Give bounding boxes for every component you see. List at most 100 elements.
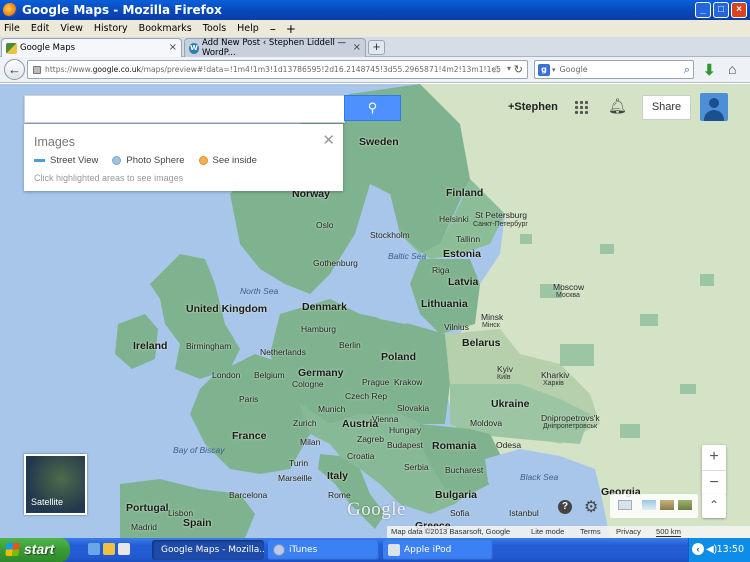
menu-help[interactable]: Help bbox=[237, 23, 259, 34]
photo-thumbnail[interactable] bbox=[678, 500, 692, 510]
quicklaunch-icon[interactable] bbox=[118, 543, 130, 555]
map-label-bucharest: Bucharest bbox=[445, 465, 484, 475]
window-title: Google Maps - Mozilla Firefox bbox=[22, 3, 222, 17]
avatar[interactable] bbox=[700, 93, 728, 121]
maps-search-input[interactable] bbox=[24, 95, 345, 123]
menu-bookmarks[interactable]: Bookmarks bbox=[139, 23, 192, 34]
map-label-berlin: Berlin bbox=[339, 340, 361, 350]
map-label-riga: Riga bbox=[432, 265, 450, 275]
legend-street-view[interactable]: Street View bbox=[50, 155, 98, 166]
search-engine-icon[interactable]: g bbox=[538, 63, 550, 76]
apps-grid-icon[interactable] bbox=[574, 100, 588, 114]
google-plus-user-link[interactable]: +Stephen bbox=[508, 101, 558, 113]
taskbar-item-google-maps[interactable]: Google Maps - Mozilla... bbox=[152, 540, 264, 560]
map-label-lithuania: Lithuania bbox=[421, 298, 468, 310]
map-label-croatia: Croatia bbox=[347, 451, 375, 461]
satellite-label: Satellite bbox=[31, 497, 64, 507]
help-icon[interactable]: ? bbox=[558, 500, 572, 514]
privacy-link[interactable]: Privacy bbox=[616, 527, 641, 536]
map-label-zurich: Zurich bbox=[293, 418, 317, 428]
minimize-button[interactable]: _ bbox=[695, 2, 711, 18]
maximize-button[interactable]: □ bbox=[713, 2, 729, 18]
taskbar-item-itunes[interactable]: iTunes bbox=[268, 540, 379, 560]
tab-label: Add New Post ‹ Stephen Liddell — WordP..… bbox=[201, 38, 347, 58]
map-label-budapest: Budapest bbox=[387, 440, 423, 450]
lite-mode-link[interactable]: Lite mode bbox=[531, 527, 564, 536]
bookmark-star-icon[interactable]: ☆ bbox=[491, 63, 501, 76]
download-icon[interactable]: ⬇ bbox=[703, 61, 716, 79]
volume-icon[interactable]: ◀) bbox=[706, 544, 717, 555]
see-inside-swatch-icon bbox=[198, 156, 208, 165]
tab-google-maps[interactable]: Google Maps × bbox=[1, 38, 182, 57]
map-label-czech-rep: Czech Rep bbox=[345, 391, 388, 401]
legend-photo-sphere[interactable]: Photo Sphere bbox=[126, 155, 184, 166]
start-button[interactable]: start bbox=[0, 538, 70, 562]
quicklaunch-icon[interactable] bbox=[103, 543, 115, 555]
taskbar-item-label: Apple iPod bbox=[404, 545, 452, 555]
search-icon[interactable]: ⌕ bbox=[684, 63, 690, 77]
zoom-in-button[interactable]: + bbox=[702, 445, 726, 470]
tray-expand-icon[interactable]: ‹ bbox=[692, 543, 704, 555]
tab-add-new-post[interactable]: W Add New Post ‹ Stephen Liddell — WordP… bbox=[184, 38, 366, 58]
quicklaunch-icon[interactable] bbox=[88, 543, 100, 555]
map-label-estonia: Estonia bbox=[443, 248, 481, 260]
legend-see-inside[interactable]: See inside bbox=[213, 155, 257, 166]
map-label-birmingham: Birmingham bbox=[186, 341, 232, 351]
menu-history[interactable]: History bbox=[94, 23, 128, 34]
map-label-slovakia: Slovakia bbox=[397, 403, 430, 413]
map-label-kharkiv-cyrillic: Харків bbox=[543, 380, 564, 387]
menu-zoom-out[interactable]: – bbox=[270, 22, 276, 36]
close-icon[interactable]: ✕ bbox=[322, 131, 335, 149]
photo-thumbnail[interactable] bbox=[642, 500, 656, 510]
notifications-bell-icon[interactable]: 🔔︎ bbox=[608, 97, 627, 115]
taskbar-item-label: iTunes bbox=[289, 545, 318, 555]
close-window-button[interactable]: × bbox=[731, 2, 747, 18]
map-label-odesa: Odesa bbox=[496, 440, 522, 450]
wordpress-favicon-icon: W bbox=[189, 42, 199, 54]
window-titlebar: Google Maps - Mozilla Firefox _ □ × bbox=[0, 0, 750, 20]
windows-logo-icon bbox=[5, 543, 20, 556]
url-prefix: https://www. bbox=[45, 65, 93, 74]
maps-search-button[interactable]: ⚲ bbox=[344, 95, 401, 121]
map-label-moscow-cyrillic: Москва bbox=[556, 292, 580, 299]
map-label-st-petersburg: St Petersburg bbox=[475, 210, 527, 220]
back-button[interactable]: ← bbox=[4, 59, 25, 80]
map-label-poland: Poland bbox=[381, 351, 417, 363]
map-label-minsk-cyrillic: Мінск bbox=[482, 322, 500, 329]
photo-thumbnail[interactable] bbox=[660, 500, 674, 510]
menu-tools[interactable]: Tools bbox=[203, 23, 226, 34]
photo-strip[interactable] bbox=[610, 494, 698, 518]
pegman-icon[interactable] bbox=[618, 500, 632, 510]
url-dropdown-icon[interactable]: ▾ bbox=[507, 64, 511, 73]
zoom-out-button[interactable]: − bbox=[702, 470, 726, 495]
map-label-denmark: Denmark bbox=[302, 301, 347, 313]
map-label-romania: Romania bbox=[432, 440, 477, 452]
terms-link[interactable]: Terms bbox=[580, 527, 601, 536]
map-label-belgium: Belgium bbox=[254, 370, 285, 380]
taskbar-item-apple-ipod[interactable]: Apple iPod bbox=[383, 540, 493, 560]
map-label-netherlands: Netherlands bbox=[260, 347, 306, 357]
search-engine-dropdown-icon[interactable]: ▾ bbox=[552, 66, 556, 74]
browser-search-bar[interactable]: g ▾ Google ⌕ bbox=[534, 60, 694, 79]
tab-close-icon[interactable]: × bbox=[169, 42, 177, 53]
reload-icon[interactable]: ↻ bbox=[514, 63, 523, 76]
satellite-toggle[interactable]: Satellite bbox=[24, 454, 87, 515]
url-domain: google.co.uk bbox=[92, 65, 142, 74]
search-icon: ⚲ bbox=[367, 100, 378, 115]
tab-close-icon[interactable]: × bbox=[353, 42, 361, 53]
map-label-sweden: Sweden bbox=[359, 136, 399, 148]
home-icon[interactable]: ⌂ bbox=[728, 61, 736, 77]
map-canvas[interactable]: Sweden Norway Finland Oslo Stockholm Hel… bbox=[0, 84, 750, 538]
gear-icon[interactable]: ⚙ bbox=[584, 497, 598, 517]
url-bar[interactable]: https://www. google.co.uk/maps/preview#!d… bbox=[27, 60, 528, 79]
map-label-france: France bbox=[232, 430, 267, 442]
itunes-icon bbox=[273, 544, 285, 556]
expand-photos-button[interactable]: ⌃ bbox=[702, 494, 726, 518]
menu-view[interactable]: View bbox=[60, 23, 83, 34]
menu-edit[interactable]: Edit bbox=[31, 23, 49, 34]
new-tab-button[interactable]: + bbox=[368, 40, 385, 55]
menu-file[interactable]: File bbox=[4, 23, 20, 34]
menu-zoom-in[interactable]: + bbox=[286, 22, 296, 36]
share-button[interactable]: Share bbox=[642, 95, 691, 120]
map-scale: 500 km bbox=[656, 527, 681, 537]
